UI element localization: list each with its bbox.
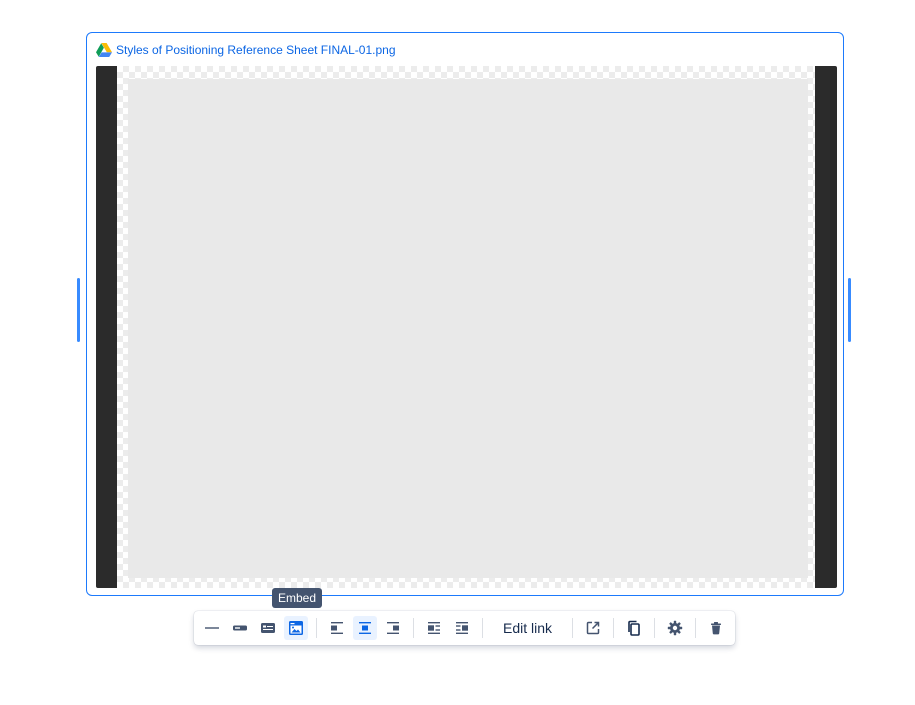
wrap-left-icon [426,620,442,636]
align-left-icon [329,620,345,636]
toolbar-separator [654,618,656,638]
align-right-button[interactable] [381,616,405,640]
transparency-background [117,66,815,588]
embed-preview-image [128,79,808,578]
toolbar-separator [413,618,414,638]
open-link-button[interactable] [581,616,605,640]
card-view-button[interactable] [256,616,280,640]
floating-toolbar: Edit link [194,611,735,645]
align-right-icon [385,620,401,636]
settings-icon [667,620,683,636]
toolbar-separator [613,618,615,638]
settings-button[interactable] [663,616,687,640]
google-drive-icon [96,43,112,57]
copy-link-button[interactable] [622,616,646,640]
embed-title-link[interactable]: Styles of Positioning Reference Sheet FI… [116,43,396,57]
delete-button[interactable] [704,616,728,640]
url-view-button[interactable] [200,616,224,640]
toolbar-separator [482,618,483,638]
embed-header: Styles of Positioning Reference Sheet FI… [96,42,396,58]
tooltip: Embed [272,588,323,608]
editor-canvas: Styles of Positioning Reference Sheet FI… [0,0,915,705]
align-center-icon [357,620,373,636]
wrap-left-button[interactable] [422,616,446,640]
toolbar-separator [316,618,317,638]
embed-view-button[interactable] [284,616,308,640]
align-center-button[interactable] [353,616,377,640]
embed-preview-frame [96,66,837,588]
edit-link-button[interactable]: Edit link [493,616,562,640]
embed-view-icon [288,620,304,636]
toolbar-separator [572,618,574,638]
card-view-icon [260,620,276,636]
url-view-icon [204,620,220,636]
inline-view-button[interactable] [228,616,252,640]
wrap-right-button[interactable] [450,616,474,640]
inline-view-icon [232,620,248,636]
resize-handle-right[interactable] [848,278,851,342]
wrap-right-icon [454,620,470,636]
resize-handle-left[interactable] [77,278,80,342]
align-left-button[interactable] [325,616,349,640]
copy-icon [626,620,642,636]
embed-card[interactable]: Styles of Positioning Reference Sheet FI… [86,32,844,596]
delete-icon [708,620,724,636]
toolbar-separator [695,618,697,638]
open-link-icon [585,620,601,636]
